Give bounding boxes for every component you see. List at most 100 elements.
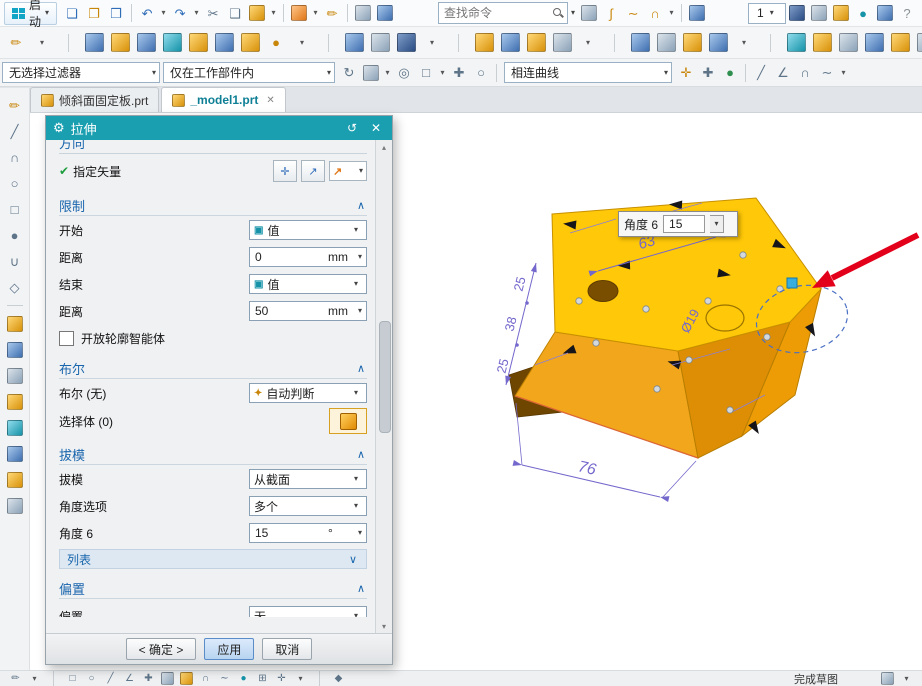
tab-part-2-active[interactable]: _model1.prt ✕ — [161, 87, 286, 112]
boolean-section-header[interactable]: 布尔 ∧ — [59, 358, 367, 379]
refresh-icon[interactable]: ↻ — [339, 62, 359, 84]
emboss-icon[interactable] — [914, 30, 922, 56]
open-profile-checkbox[interactable] — [59, 330, 74, 346]
dimension-icon[interactable] — [178, 672, 195, 686]
revolve-mini-icon[interactable] — [5, 339, 25, 361]
sketch-tool-caret-icon[interactable]: ▾ — [26, 672, 43, 686]
snapshot-caret-icon[interactable]: ▾ — [383, 62, 392, 84]
chevron-down-icon[interactable]: ▾ — [354, 529, 366, 537]
search-caret-icon[interactable]: ▾ — [571, 9, 575, 17]
boolean-dropdown[interactable]: ✦ 自动判断 ▾ — [249, 383, 367, 403]
pocket-mini-icon[interactable] — [5, 469, 25, 491]
mirror-feature-icon[interactable] — [706, 30, 730, 56]
grid-icon[interactable]: ⊞ — [254, 672, 271, 686]
paste-icon[interactable] — [247, 2, 267, 24]
undo-caret-icon[interactable]: ▾ — [159, 2, 168, 24]
scale-combo[interactable]: 1 ▾ — [748, 2, 786, 24]
boss-mini-icon[interactable] — [5, 443, 25, 465]
snap-mini-icon[interactable]: ✛ — [273, 672, 290, 686]
unite-icon[interactable] — [342, 30, 366, 56]
start-distance-field[interactable]: 0 mm ▾ — [249, 247, 367, 267]
status-cube-icon[interactable] — [879, 672, 896, 686]
plus-select-icon[interactable]: ✚ — [449, 62, 469, 84]
offset-dropdown[interactable]: 无 ▾ — [249, 606, 367, 617]
angle-tip-value-field[interactable]: 15 — [663, 215, 706, 233]
scope-combo[interactable]: 仅在工作部件内 ▾ — [163, 62, 335, 83]
cut-icon[interactable]: ✂ — [203, 2, 223, 24]
window-icon[interactable] — [875, 2, 895, 24]
tube-icon[interactable] — [862, 30, 886, 56]
offset-section-header[interactable]: 偏置 ∧ — [59, 578, 367, 599]
limits-section-header[interactable]: 限制 ∧ — [59, 195, 367, 216]
constraint-icon[interactable] — [159, 672, 176, 686]
edit-object-icon[interactable]: ✏ — [322, 2, 342, 24]
search-icon[interactable] — [552, 7, 564, 19]
angle-list-bar[interactable]: 列表 ∨ — [59, 549, 367, 569]
revolve-icon[interactable] — [134, 30, 158, 56]
snap-midpoint-icon[interactable]: ✚ — [698, 62, 718, 84]
thicken-icon[interactable] — [810, 30, 834, 56]
circle-tool-icon[interactable]: ○ — [83, 672, 100, 686]
spline-mini-icon[interactable]: ∼ — [216, 672, 233, 686]
shell-icon[interactable] — [550, 30, 574, 56]
arc-snap-icon[interactable]: ∩ — [795, 62, 815, 84]
reverse-direction-button[interactable]: ↗ — [301, 160, 325, 182]
expand-chevron-icon[interactable]: ∨ — [349, 553, 359, 566]
paste-caret-icon[interactable]: ▾ — [269, 2, 278, 24]
wcs-caret-icon[interactable]: ▾ — [311, 2, 320, 24]
mini-caret-icon[interactable]: ▾ — [292, 672, 309, 686]
snap-point-icon[interactable]: ✛ — [676, 62, 696, 84]
selection-handle[interactable] — [786, 277, 798, 289]
pattern-caret-icon[interactable]: ▾ — [732, 30, 756, 56]
angle-snap-icon[interactable]: ∠ — [773, 62, 793, 84]
split-body-icon[interactable] — [654, 30, 678, 56]
hole-mini-icon[interactable] — [5, 417, 25, 439]
snapshot-icon[interactable] — [361, 62, 381, 84]
primitive-caret-icon[interactable]: ▾ — [290, 30, 314, 56]
command-finder[interactable] — [438, 2, 569, 24]
wcs-cube-icon[interactable] — [289, 2, 309, 24]
rectangle-icon[interactable]: □ — [5, 198, 25, 220]
blend-caret-icon[interactable]: ▾ — [576, 30, 600, 56]
cylinder-icon[interactable] — [212, 30, 236, 56]
line-icon[interactable]: ╱ — [5, 120, 25, 142]
sphere-icon[interactable]: ● — [264, 30, 288, 56]
arc-icon[interactable]: ∩ — [5, 146, 25, 168]
profile-icon[interactable]: ✏ — [5, 94, 25, 116]
arc-tool-icon[interactable]: ∩ — [645, 2, 665, 24]
tab-close-icon[interactable]: ✕ — [266, 95, 274, 106]
dialog-scrollbar[interactable]: ▴ ▾ — [375, 140, 392, 633]
angle-tool-icon[interactable]: ∠ — [121, 672, 138, 686]
apply-button[interactable]: 应用 — [204, 638, 255, 660]
angle-option-dropdown[interactable]: 多个 ▾ — [249, 496, 367, 516]
edge-blend-icon[interactable] — [472, 30, 496, 56]
target-icon[interactable]: ◎ — [394, 62, 414, 84]
undo-icon[interactable]: ↶ — [137, 2, 157, 24]
trim-body-icon[interactable] — [628, 30, 652, 56]
redo-caret-icon[interactable]: ▾ — [192, 2, 201, 24]
tab-part-1[interactable]: 倾斜面固定板.prt — [30, 87, 160, 112]
pad-mini-icon[interactable] — [5, 495, 25, 517]
help-icon[interactable]: ? — [897, 2, 917, 24]
vector-dialog-button[interactable]: ✛ — [273, 160, 297, 182]
collapse-chevron-icon[interactable]: ∧ — [357, 448, 367, 461]
redo-icon[interactable]: ↷ — [170, 2, 190, 24]
new-file-icon[interactable]: ❏ — [62, 2, 82, 24]
point-mini-icon[interactable]: ● — [235, 672, 252, 686]
subtract-icon[interactable] — [368, 30, 392, 56]
end-distance-field[interactable]: 50 mm ▾ — [249, 301, 367, 321]
datum-tool-icon[interactable] — [687, 2, 707, 24]
sweep-mini-icon[interactable] — [5, 365, 25, 387]
sketch-tool-icon[interactable]: ✏ — [7, 672, 24, 686]
scroll-down-icon[interactable]: ▾ — [382, 619, 386, 633]
boolean-caret-icon[interactable]: ▾ — [420, 30, 444, 56]
extrude-mini-icon[interactable] — [5, 313, 25, 335]
angle-value-field[interactable]: 15 ° ▾ — [249, 523, 367, 543]
snap-caret-icon[interactable]: ▾ — [839, 62, 848, 84]
touch-mode-icon[interactable] — [579, 2, 599, 24]
thread-icon[interactable] — [836, 30, 860, 56]
search-input[interactable] — [442, 5, 553, 21]
select-rect-icon[interactable]: □ — [416, 62, 436, 84]
material-icon[interactable] — [831, 2, 851, 24]
block-icon[interactable] — [186, 30, 210, 56]
